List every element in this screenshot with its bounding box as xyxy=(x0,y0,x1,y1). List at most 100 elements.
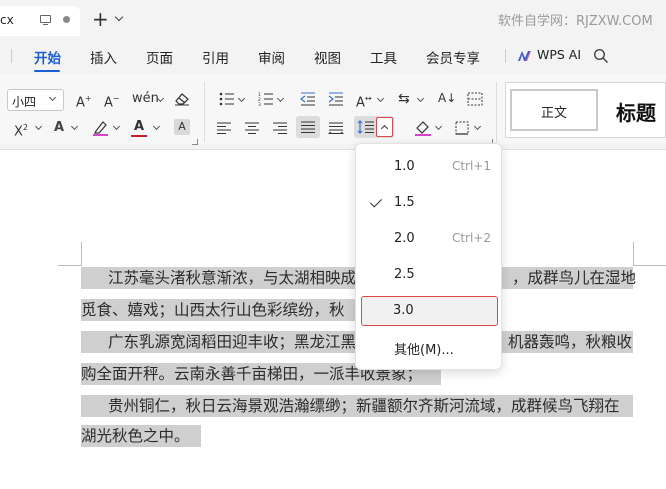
monitor-icon[interactable] xyxy=(40,15,51,26)
tab-page[interactable]: 页面 xyxy=(146,47,173,67)
numbered-list-icon[interactable]: 123 xyxy=(258,92,274,106)
line-spacing-option-1-0[interactable]: 1.0 Ctrl+1 xyxy=(361,152,498,182)
character-shading-icon[interactable]: A xyxy=(174,119,190,135)
chevron-down-icon[interactable] xyxy=(34,122,43,131)
document-tab-name: cx xyxy=(0,13,14,27)
option-label: 其他(M)... xyxy=(394,343,454,358)
justify-button[interactable] xyxy=(296,116,320,138)
watermark-text: 软件自学网：RJZXW.COM xyxy=(498,14,653,29)
show-marks-icon[interactable] xyxy=(467,92,483,106)
document-canvas[interactable]: 江苏毫头渚秋意渐浓，与太湖相映成 ，成群鸟儿在湿地 觅食、嬉戏；山西太行山色彩缤… xyxy=(0,150,666,489)
unsaved-dot-icon[interactable] xyxy=(63,16,70,23)
tab-tools[interactable]: 工具 xyxy=(370,47,397,67)
option-label: 2.0 xyxy=(394,231,415,246)
chevron-down-icon[interactable] xyxy=(416,94,425,103)
divider xyxy=(505,49,506,63)
wps-ai-button[interactable]: WPS AI xyxy=(537,47,581,62)
option-shortcut: Ctrl+2 xyxy=(451,231,491,245)
option-label: 2.5 xyxy=(394,267,415,282)
document-tab[interactable]: cx xyxy=(0,6,80,36)
line-spacing-dropdown-toggle[interactable] xyxy=(376,117,393,137)
style-normal-label: 正文 xyxy=(540,106,567,121)
crop-mark xyxy=(81,242,82,266)
text-line[interactable]: 贵州铜仁，秋日云海景观浩瀚缥缈；新疆额尔齐斯河流域，成群候鸟飞翔在 xyxy=(81,395,633,417)
convert-icon[interactable]: ⇆ xyxy=(398,91,410,107)
divider xyxy=(496,82,497,142)
shading-icon[interactable] xyxy=(414,119,432,137)
text-line-left: 湖光秋色之中。 xyxy=(81,427,190,445)
bullet-list-icon[interactable] xyxy=(219,92,235,106)
sort-icon[interactable]: A↓ xyxy=(438,90,456,106)
crop-mark xyxy=(633,265,666,266)
clear-format-icon[interactable] xyxy=(174,92,190,106)
font-size-select[interactable]: 小四 xyxy=(7,89,64,111)
checkmark-icon xyxy=(369,195,383,208)
chevron-down-icon[interactable] xyxy=(276,94,285,103)
chevron-down-icon[interactable] xyxy=(152,122,161,131)
style-normal[interactable]: 正文 xyxy=(510,89,598,131)
borders-icon[interactable] xyxy=(455,121,469,135)
increase-indent-icon[interactable] xyxy=(328,92,344,106)
text-line-right: 机器轰鸣，秋粮收 xyxy=(508,333,633,351)
tab-insert[interactable]: 插入 xyxy=(90,47,117,67)
option-label: 1.0 xyxy=(394,159,415,174)
tab-review[interactable]: 审阅 xyxy=(258,47,285,67)
style-heading[interactable]: 标题 xyxy=(616,97,656,126)
chevron-down-icon[interactable] xyxy=(70,122,79,131)
line-spacing-option-3-0[interactable]: 3.0 xyxy=(361,296,498,326)
align-center-icon[interactable] xyxy=(244,122,260,134)
text-line-right: ，成群鸟儿在湿地 xyxy=(512,269,637,287)
align-left-icon[interactable] xyxy=(216,122,232,134)
font-size-value: 小四 xyxy=(12,95,37,109)
superscript-icon[interactable]: X2 xyxy=(14,120,28,140)
divider xyxy=(11,49,12,63)
phonetic-guide-icon[interactable]: wén xyxy=(132,91,159,107)
ribbon: 小四 A+ A− wén X2 A A A 1 2 3 A↔ ⇆ A↓ 正文 标… xyxy=(0,72,666,150)
highlight-icon[interactable] xyxy=(92,119,110,137)
text-line-left: 江苏毫头渚秋意渐浓，与太湖相映成 xyxy=(108,269,357,287)
option-label: 3.0 xyxy=(393,302,414,318)
text-line[interactable]: 湖光秋色之中。 xyxy=(81,425,201,447)
font-color-icon[interactable]: A xyxy=(134,119,144,135)
font-dialog-launcher-icon[interactable] xyxy=(192,139,198,145)
crop-mark xyxy=(58,265,82,266)
line-spacing-option-1-5[interactable]: 1.5 xyxy=(361,188,498,218)
chevron-down-icon[interactable] xyxy=(376,94,385,103)
text-direction-icon[interactable]: A↔ xyxy=(356,91,372,111)
option-label: 1.5 xyxy=(394,195,415,210)
decrease-font-size-icon[interactable]: A− xyxy=(104,91,120,111)
decrease-indent-icon[interactable] xyxy=(300,92,316,106)
line-spacing-option-other[interactable]: 其他(M)... xyxy=(361,332,498,362)
text-line-left: 贵州铜仁，秋日云海景观浩瀚缥缈；新疆额尔齐斯河流域，成群候鸟飞翔在 xyxy=(108,397,620,415)
text-line[interactable]: 觅食、嬉戏；山西太行山色彩缤纷，秋 xyxy=(81,299,361,321)
divider xyxy=(204,82,205,142)
line-spacing-option-2-5[interactable]: 2.5 xyxy=(361,260,498,290)
new-tab-button[interactable]: + xyxy=(92,9,109,29)
chevron-down-icon[interactable] xyxy=(114,12,124,22)
chevron-down-icon[interactable] xyxy=(473,122,482,131)
text-effect-icon[interactable]: A xyxy=(54,120,64,136)
text-line-left: 觅食、嬉戏；山西太行山色彩缤纷，秋 xyxy=(81,301,345,319)
tab-references[interactable]: 引用 xyxy=(202,47,229,67)
tab-member[interactable]: 会员专享 xyxy=(426,47,480,67)
chevron-down-icon[interactable] xyxy=(434,122,443,131)
chevron-up-icon xyxy=(380,124,389,133)
menu-bar: 开始 插入 页面 引用 审阅 视图 工具 会员专享 WPS AI xyxy=(0,40,666,72)
chevron-down-icon xyxy=(48,93,57,102)
align-right-icon[interactable] xyxy=(272,122,288,134)
distributed-align-icon[interactable] xyxy=(328,122,344,134)
option-shortcut: Ctrl+1 xyxy=(451,159,491,173)
tab-view[interactable]: 视图 xyxy=(314,47,341,67)
style-gallery: 正文 标题 xyxy=(505,82,666,138)
search-icon[interactable] xyxy=(593,48,609,64)
tab-home[interactable]: 开始 xyxy=(34,47,61,67)
increase-font-size-icon[interactable]: A+ xyxy=(76,91,92,111)
title-bar: cx + 软件自学网：RJZXW.COM xyxy=(0,0,666,40)
line-spacing-option-2-0[interactable]: 2.0 Ctrl+2 xyxy=(361,224,498,254)
wps-ai-logo-icon xyxy=(518,51,531,61)
svg-text:3: 3 xyxy=(258,102,261,106)
chevron-down-icon[interactable] xyxy=(112,122,121,131)
align-justify-icon xyxy=(301,121,315,133)
chevron-down-icon[interactable] xyxy=(237,94,246,103)
font-color-bar xyxy=(131,135,147,137)
